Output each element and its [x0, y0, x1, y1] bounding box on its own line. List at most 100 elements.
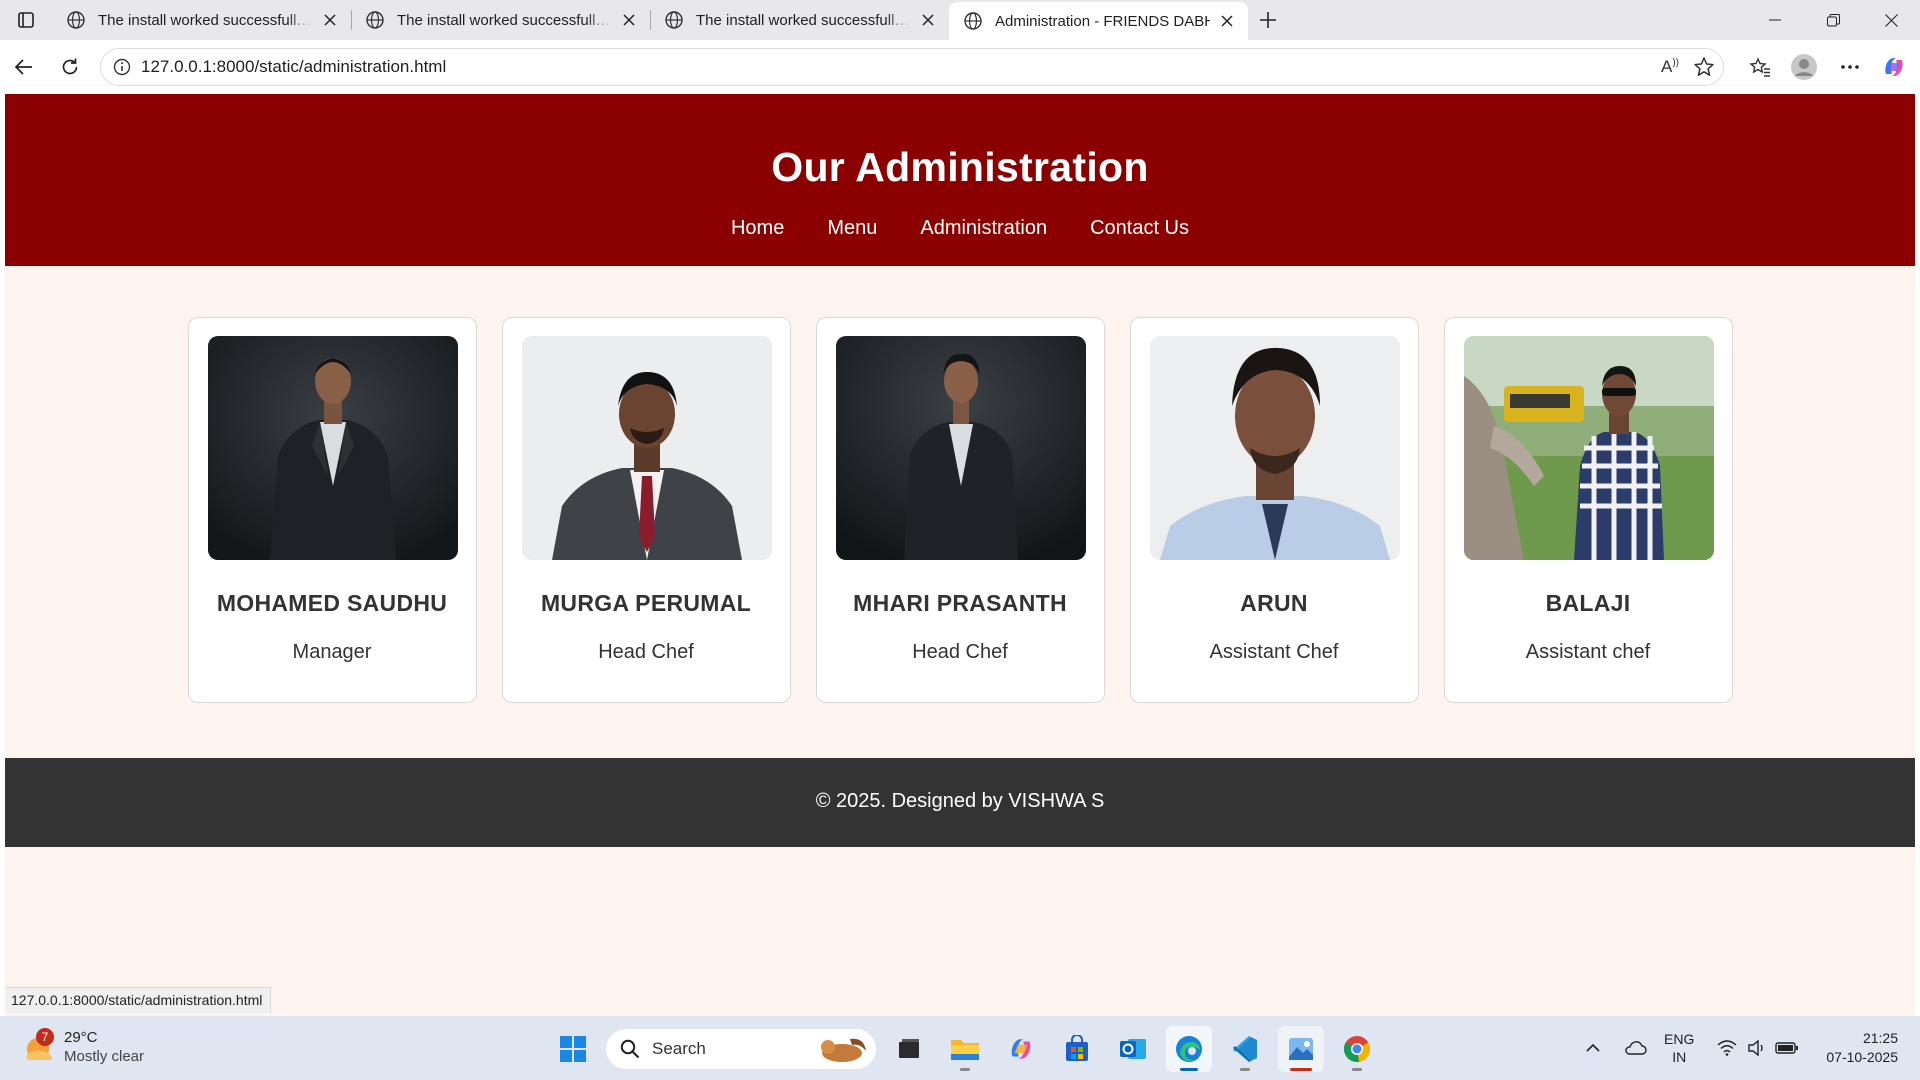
team-photo	[521, 336, 772, 560]
search-label: Search	[652, 1039, 706, 1058]
vscode-app[interactable]	[1222, 1026, 1268, 1072]
copilot-app[interactable]	[998, 1026, 1044, 1072]
member-name: MHARI PRASANTH	[853, 590, 1067, 616]
reload-icon	[62, 58, 78, 75]
wifi-button[interactable]	[1712, 1040, 1742, 1056]
battery-button[interactable]	[1772, 1041, 1802, 1055]
restore-icon	[1826, 13, 1840, 26]
volume-button[interactable]	[1742, 1040, 1772, 1056]
back-button[interactable]	[4, 47, 44, 87]
taskbar-search[interactable]: Search	[606, 1029, 876, 1069]
team-card: MOHAMED SAUDHU Manager	[187, 317, 477, 703]
member-name: MURGA PERUMAL	[540, 590, 752, 616]
browser-tab-1[interactable]: The install worked successfully! Congrat…	[52, 0, 351, 40]
tab-actions-icon	[18, 12, 34, 28]
edge-icon	[1176, 1036, 1202, 1062]
nav-administration-link[interactable]: Administration	[920, 217, 1047, 240]
globe-icon	[665, 11, 683, 29]
close-tab-icon[interactable]	[319, 9, 341, 31]
member-role: Assistant Chef	[1209, 641, 1339, 663]
team-photo	[1149, 336, 1400, 560]
copilot-button[interactable]	[1874, 47, 1914, 87]
team-card: MURGA PERUMAL Head Chef	[501, 317, 791, 703]
clock-time: 21:25	[1862, 1030, 1898, 1046]
browser-tab-active[interactable]: Administration - FRIENDS DABHA	[949, 2, 1248, 40]
clock[interactable]: 21:25 07-10-2025	[1826, 1029, 1898, 1067]
url-text[interactable]: 127.0.0.1:8000/static/administration.htm…	[141, 57, 446, 77]
reload-button[interactable]	[50, 47, 90, 87]
main-nav: Home Menu Administration Contact Us	[5, 217, 1915, 240]
back-arrow-icon	[14, 59, 32, 75]
weather-widget[interactable]: 7 29°C Mostly clear	[22, 1028, 144, 1066]
browser-toolbar: 127.0.0.1:8000/static/administration.htm…	[0, 40, 1920, 94]
search-highlight-icon	[821, 1038, 866, 1062]
file-explorer-app[interactable]	[942, 1026, 988, 1072]
language-indicator[interactable]: ENG IN	[1664, 1030, 1694, 1066]
close-tab-icon[interactable]	[1216, 10, 1238, 32]
edge-app[interactable]	[1166, 1026, 1212, 1072]
tab-actions-button[interactable]	[0, 0, 52, 40]
team-photo	[1463, 336, 1714, 560]
folder-icon	[951, 1040, 979, 1060]
favorites-button[interactable]	[1740, 47, 1780, 87]
search-icon	[620, 1039, 640, 1059]
site-info-icon[interactable]	[113, 58, 131, 76]
favorite-star-icon[interactable]	[1693, 56, 1715, 78]
tab-title: The install worked successfully! Congrat…	[98, 11, 313, 29]
tab-strip: The install worked successfully! Congrat…	[0, 0, 1920, 40]
settings-more-button[interactable]	[1830, 47, 1870, 87]
member-name: ARUN	[1240, 590, 1308, 616]
store-icon	[1066, 1035, 1088, 1061]
member-name: BALAJI	[1545, 590, 1631, 616]
nav-menu-link[interactable]: Menu	[827, 217, 877, 240]
team-photo	[207, 336, 458, 560]
team-cards: MOHAMED SAUDHU Manager MURGA PERUMAL Hea…	[5, 266, 1915, 758]
status-bar-url: 127.0.0.1:8000/static/administration.htm…	[5, 987, 272, 1013]
globe-icon	[366, 11, 384, 29]
show-hidden-icons-button[interactable]	[1578, 1043, 1608, 1053]
nav-home-link[interactable]: Home	[731, 217, 784, 240]
new-tab-button[interactable]	[1248, 0, 1288, 40]
member-role: Head Chef	[912, 641, 1008, 663]
wifi-icon	[1717, 1040, 1737, 1056]
favorites-icon	[1749, 57, 1770, 77]
vscode-icon	[1233, 1036, 1257, 1062]
footer-text: © 2025. Designed by VISHWA S	[815, 790, 1105, 812]
browser-tab-2[interactable]: The install worked successfully! Congrat…	[351, 0, 650, 40]
read-aloud-icon[interactable]: A))	[1653, 57, 1687, 77]
minimize-button[interactable]	[1746, 0, 1804, 40]
close-tab-icon[interactable]	[618, 9, 640, 31]
team-card: BALAJI Assistant chef	[1443, 317, 1733, 703]
address-bar[interactable]: 127.0.0.1:8000/static/administration.htm…	[100, 48, 1724, 86]
photos-app[interactable]	[1278, 1026, 1324, 1072]
cloud-icon	[1625, 1041, 1647, 1055]
copilot-icon	[1885, 58, 1903, 76]
avatar-icon	[1791, 54, 1817, 80]
weather-desc: Mostly clear	[64, 1048, 145, 1065]
browser-tab-3[interactable]: The install worked successfully! Congrat…	[650, 0, 949, 40]
outlook-icon	[1120, 1039, 1146, 1059]
chrome-app[interactable]	[1334, 1026, 1380, 1072]
restore-button[interactable]	[1804, 0, 1862, 40]
profile-button[interactable]	[1784, 47, 1824, 87]
nav-contact-link[interactable]: Contact Us	[1090, 217, 1189, 240]
weather-alert-badge: 7	[36, 1028, 54, 1046]
tab-title: The install worked successfully! Congrat…	[696, 11, 911, 29]
clock-date: 07-10-2025	[1826, 1049, 1898, 1065]
task-view-button[interactable]	[886, 1026, 932, 1072]
globe-icon	[964, 12, 982, 30]
site-footer: © 2025. Designed by VISHWA S	[5, 758, 1915, 847]
globe-icon	[67, 11, 85, 29]
store-app[interactable]	[1054, 1026, 1100, 1072]
more-dots-icon	[1841, 65, 1859, 69]
member-role: Assistant chef	[1525, 641, 1651, 663]
task-view-icon	[899, 1039, 919, 1058]
team-photo	[835, 336, 1086, 560]
close-tab-icon[interactable]	[917, 9, 939, 31]
start-button[interactable]	[550, 1026, 596, 1072]
outlook-app[interactable]	[1110, 1026, 1156, 1072]
windows-taskbar: 7 29°C Mostly clear Search ENG IN 21:25 …	[0, 1016, 1920, 1080]
onedrive-button[interactable]	[1620, 1040, 1650, 1056]
close-window-button[interactable]	[1862, 0, 1920, 40]
tab-title: Administration - FRIENDS DABHA	[995, 12, 1210, 30]
